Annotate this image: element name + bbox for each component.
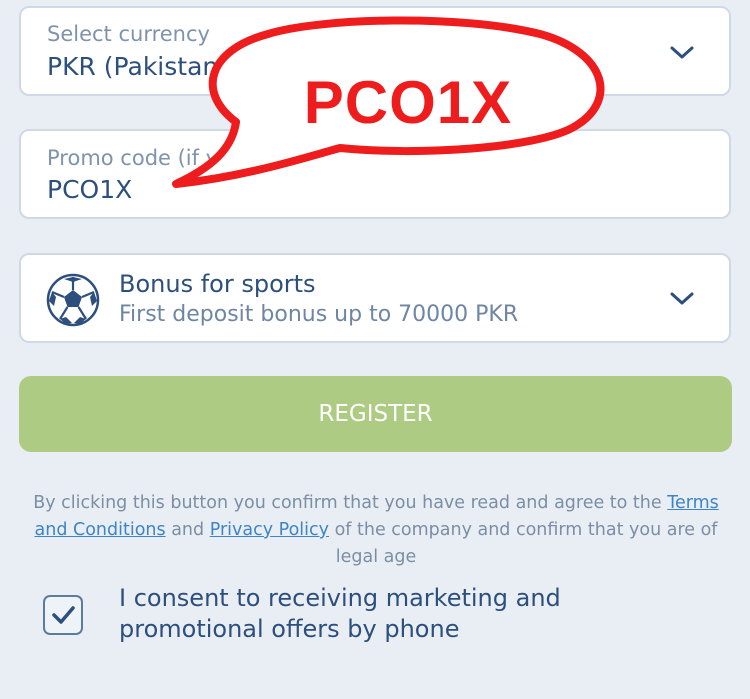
bonus-subtitle: First deposit bonus up to 70000 PKR xyxy=(119,302,519,327)
privacy-policy-link[interactable]: Privacy Policy xyxy=(210,520,329,540)
legal-suffix: of the company and confirm that you are … xyxy=(334,520,718,567)
promo-code-field[interactable]: Promo code (if y PCO1X xyxy=(19,129,731,219)
legal-notice: By clicking this button you confirm that… xyxy=(20,490,732,571)
soccer-ball-icon xyxy=(46,273,100,327)
promo-code-value: PCO1X xyxy=(47,175,133,204)
register-button[interactable]: REGISTER xyxy=(19,376,732,452)
bonus-title: Bonus for sports xyxy=(119,270,316,298)
consent-checkbox[interactable] xyxy=(43,595,83,635)
legal-prefix: By clicking this button you confirm that… xyxy=(33,493,662,513)
consent-label: I consent to receiving marketing and pro… xyxy=(119,584,561,643)
checkmark-icon xyxy=(52,606,75,624)
currency-value: PKR (Pakistani r xyxy=(47,52,244,81)
chevron-down-icon[interactable] xyxy=(669,44,695,62)
currency-label: Select currency xyxy=(47,22,210,46)
chevron-down-icon[interactable] xyxy=(669,290,695,308)
promo-code-label: Promo code (if y xyxy=(47,146,219,170)
legal-and: and xyxy=(171,520,205,540)
bonus-select[interactable]: Bonus for sports First deposit bonus up … xyxy=(19,253,731,343)
callout-promo-code: PCO1X xyxy=(303,69,513,136)
